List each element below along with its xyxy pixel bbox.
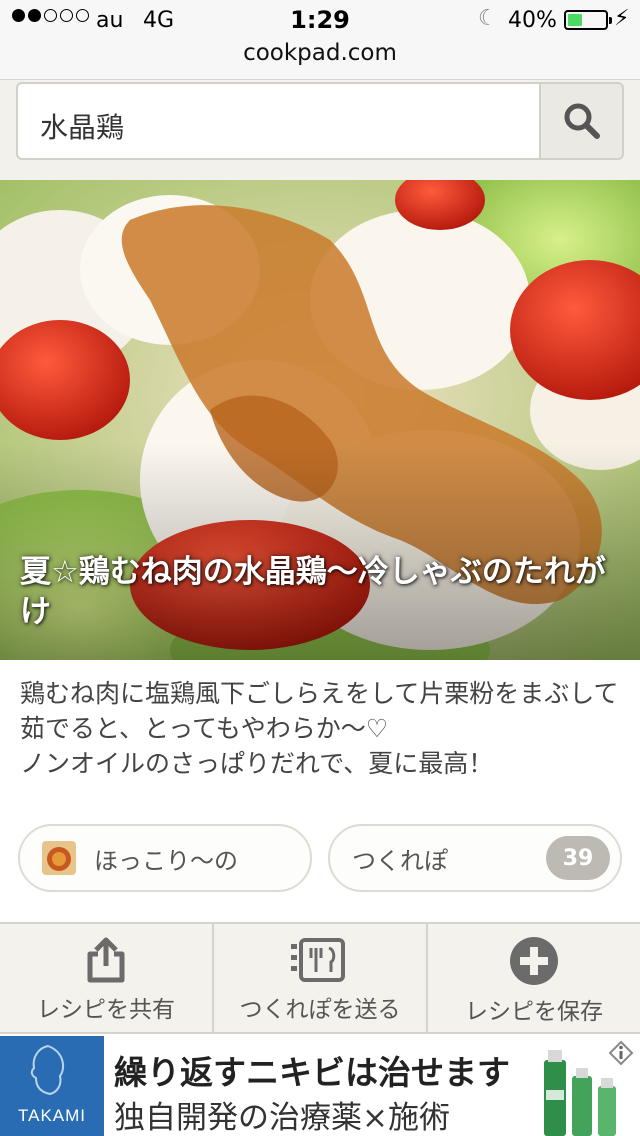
- recipe-action-bar: レシピを共有 つくれぽを送る レシピを保存: [0, 922, 640, 1034]
- tsukurepo-label: つくれぽ: [352, 846, 448, 875]
- ad-banner[interactable]: TAKAMI 繰り返すニキビは治せます 独自開発の治療薬×施術: [0, 1036, 640, 1136]
- share-recipe-label: レシピを共有: [37, 997, 175, 1023]
- tsukurepo-button[interactable]: つくれぽ 39: [328, 824, 622, 892]
- recipe-description: 鶏むね肉に塩鶏風下ごしらえをして片栗粉をまぶして茹でると、とってもやわらか〜♡ …: [20, 679, 619, 778]
- ad-headline: 繰り返すニキビは治せます: [114, 1053, 510, 1092]
- share-icon: [87, 937, 125, 983]
- url-bar[interactable]: cookpad.com: [0, 40, 640, 66]
- plus-circle-icon: [510, 937, 558, 985]
- author-name: ほっこり〜の: [94, 846, 238, 875]
- search-button[interactable]: [539, 82, 624, 160]
- status-bar: au 4G 1:29 ☾ 40% ⚡: [0, 0, 640, 40]
- info-icon[interactable]: [608, 1040, 634, 1066]
- ad-brand-name: TAKAMI: [17, 1106, 87, 1125]
- search-input[interactable]: 水晶鶏: [16, 82, 539, 160]
- do-not-disturb-icon: ☾: [478, 6, 498, 31]
- browser-top-bar: au 4G 1:29 ☾ 40% ⚡ cookpad.com: [0, 0, 640, 80]
- save-recipe-label: レシピを保存: [465, 999, 603, 1025]
- search-bar: 水晶鶏: [0, 80, 640, 180]
- face-silhouette-icon: [30, 1044, 65, 1096]
- ad-brand-logo: TAKAMI: [0, 1036, 104, 1136]
- save-recipe-button[interactable]: レシピを保存: [428, 924, 640, 1032]
- share-recipe-button[interactable]: レシピを共有: [0, 924, 214, 1032]
- battery-icon: [564, 10, 612, 30]
- charging-icon: ⚡: [614, 6, 630, 31]
- tsukurepo-send-icon: [291, 938, 345, 982]
- search-icon: [564, 103, 600, 139]
- tsukurepo-count-badge: 39: [546, 836, 610, 880]
- recipe-title[interactable]: 夏☆鶏むね肉の水晶鶏〜冷しゃぶのたれがけ: [20, 552, 620, 632]
- author-button[interactable]: ほっこり〜の: [18, 824, 312, 892]
- ad-subline: 独自開発の治療薬×施術: [114, 1100, 450, 1136]
- author-avatar: [42, 841, 76, 875]
- send-tsukurepo-label: つくれぽを送る: [239, 997, 401, 1023]
- send-tsukurepo-button[interactable]: つくれぽを送る: [214, 924, 428, 1032]
- battery-percent: 40%: [508, 8, 557, 33]
- recipe-hero-image[interactable]: 夏☆鶏むね肉の水晶鶏〜冷しゃぶのたれがけ: [0, 180, 640, 660]
